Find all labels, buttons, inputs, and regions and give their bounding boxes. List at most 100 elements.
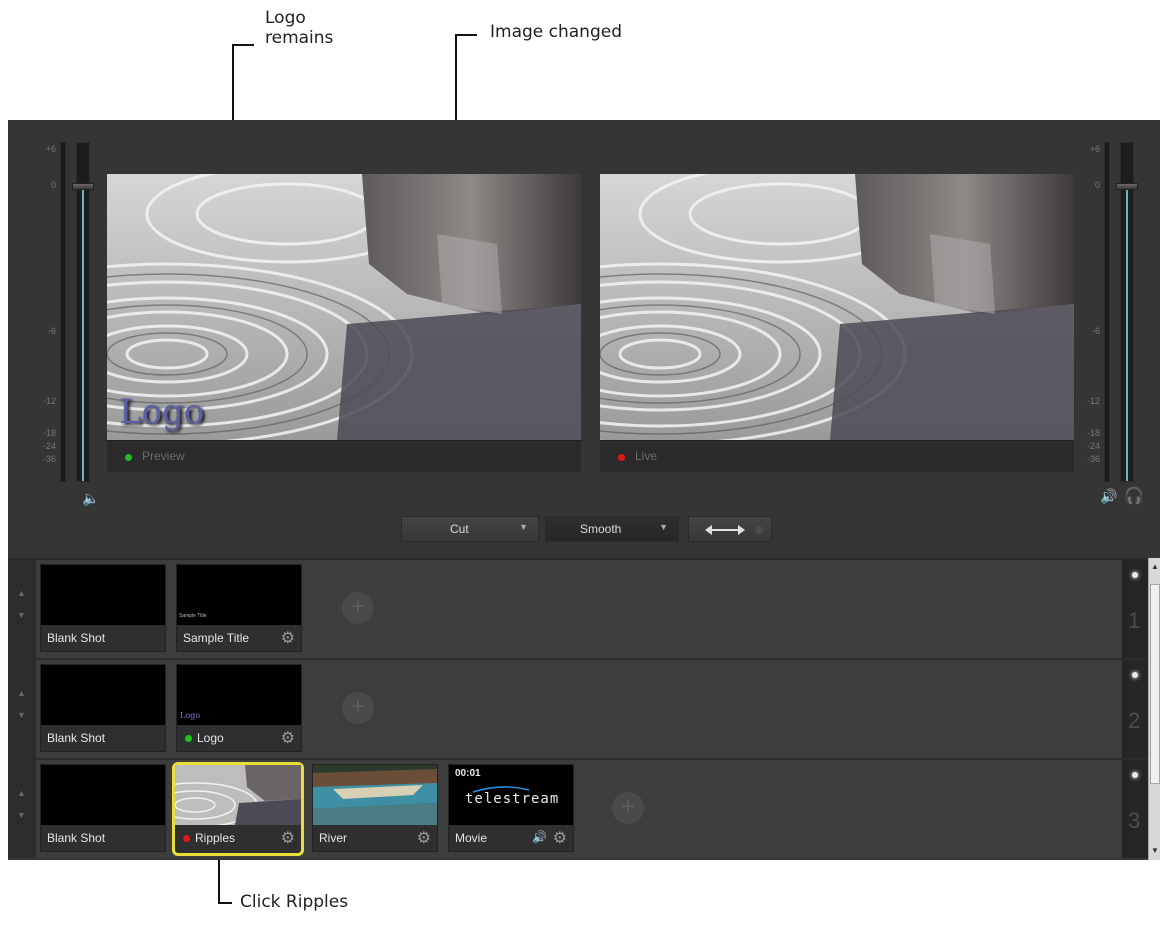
add-shot-plus-icon[interactable]: + [342, 692, 374, 724]
swap-button[interactable] [688, 516, 772, 542]
layer-number: 1 [1128, 608, 1141, 633]
layer-visibility[interactable]: 1 [1122, 560, 1148, 658]
ripples-thumbnail [175, 765, 301, 825]
cut-label: Cut [450, 522, 469, 536]
layer-reorder-arrows[interactable]: ▲ ▼ [8, 560, 36, 658]
smooth-transition-button[interactable]: Smooth ▼ [545, 516, 679, 542]
shot-thumbnail [41, 565, 165, 625]
gear-icon[interactable]: ⚙ [553, 828, 567, 848]
layer-number: 3 [1128, 808, 1141, 833]
shot-name: Movie [455, 831, 488, 845]
preview-monitor[interactable]: Logo Preview [107, 174, 581, 472]
layer-number: 2 [1128, 708, 1141, 733]
live-status-dot [183, 835, 190, 842]
live-label-bar: Live [600, 440, 1074, 472]
shot-river[interactable]: River ⚙ [312, 764, 438, 852]
shot-thumbnail [175, 765, 301, 825]
callout-leader [232, 44, 254, 46]
layer-visible-dot[interactable] [1132, 672, 1138, 678]
preview-screen: Logo [107, 174, 581, 440]
gear-icon[interactable]: ⚙ [417, 828, 431, 848]
thumb-logo-text: Logo [180, 711, 201, 720]
shot-blank[interactable]: Blank Shot [40, 764, 166, 852]
scrollbar-thumb[interactable] [1150, 584, 1160, 784]
live-monitor[interactable]: Live [600, 174, 1074, 472]
callout-click-ripples: Click Ripples [240, 892, 349, 912]
shot-thumbnail: Logo [177, 665, 301, 725]
cut-transition-button[interactable]: Cut ▼ [401, 516, 539, 542]
shot-name: Logo [197, 731, 224, 745]
shot-name: Sample Title [183, 631, 250, 645]
shot-thumbnail [41, 765, 165, 825]
layer-3: ▲ ▼ Blank Shot Ripples ⚙ River ⚙ 00:01 t… [8, 758, 1160, 858]
right-volume-fader[interactable] [1116, 142, 1138, 482]
callout-logo-remains: Logo remains [265, 8, 334, 48]
scroll-down-icon[interactable]: ▼ [1151, 846, 1159, 855]
smooth-label: Smooth [580, 522, 622, 536]
gear-icon[interactable]: ⚙ [281, 828, 295, 848]
scroll-up-icon[interactable]: ▲ [1151, 562, 1159, 571]
speaker-icon[interactable]: 🔊 [532, 830, 547, 844]
layers-scrollbar[interactable]: ▲ ▼ [1148, 558, 1160, 860]
layer-visibility[interactable]: 3 [1122, 760, 1148, 858]
logo-overlay: Logo [119, 392, 205, 432]
brand-swoosh [472, 786, 530, 793]
add-shot-plus-icon[interactable]: + [612, 792, 644, 824]
callout-leader [218, 902, 232, 904]
headphones-icon[interactable]: 🎧 [1124, 486, 1144, 506]
shot-movie[interactable]: 00:01 telestream Movie 🔊 ⚙ [448, 764, 574, 852]
preview-status-dot [125, 454, 132, 461]
vu-bar [1104, 142, 1110, 482]
fader-handle[interactable] [1116, 183, 1138, 190]
shot-logo[interactable]: Logo Logo ⚙ [176, 664, 302, 752]
shot-name: Ripples [195, 831, 236, 845]
gear-icon[interactable]: ⚙ [281, 728, 295, 748]
shot-layers: ▲ ▼ Blank Shot Sample Title Sample Title … [8, 558, 1160, 860]
monitor-area: +6 0 -6 -12 -18 -24 -36 🔈 Logo Preview L… [8, 120, 1160, 558]
layer-1: ▲ ▼ Blank Shot Sample Title Sample Title … [8, 558, 1160, 658]
preview-label-bar: Preview [107, 440, 581, 472]
shot-thumbnail [41, 665, 165, 725]
shot-thumbnail: 00:01 telestream [449, 765, 573, 825]
gear-icon[interactable]: ⚙ [281, 628, 295, 648]
live-screen [600, 174, 1074, 440]
shot-blank[interactable]: Blank Shot [40, 664, 166, 752]
shot-thumbnail [313, 765, 437, 825]
add-shot-plus-icon[interactable]: + [342, 592, 374, 624]
layer-visible-dot[interactable] [1132, 572, 1138, 578]
shot-sample-title[interactable]: Sample Title Sample Title ⚙ [176, 564, 302, 652]
right-audio-meter: +6 0 -6 -12 -18 -24 -36 [1082, 142, 1138, 482]
fader-level [82, 189, 84, 481]
shot-thumbnail: Sample Title [177, 565, 301, 625]
layer-reorder-arrows[interactable]: ▲ ▼ [8, 660, 36, 758]
telestream-logo: telestream [465, 791, 560, 807]
shot-name: Blank Shot [47, 831, 106, 845]
chevron-down-icon[interactable]: ▼ [519, 522, 528, 532]
layer-visibility[interactable]: 2 [1122, 660, 1148, 758]
timecode: 00:01 [455, 768, 481, 779]
preview-status-dot [185, 735, 192, 742]
thumb-title-text: Sample Title [179, 613, 207, 619]
live-label: Live [635, 449, 658, 463]
speaker-icon[interactable]: 🔊 [1100, 488, 1117, 505]
fader-handle[interactable] [72, 183, 94, 190]
layer-visible-dot[interactable] [1132, 772, 1138, 778]
wirecast-app: +6 0 -6 -12 -18 -24 -36 🔈 Logo Preview L… [8, 120, 1160, 860]
preview-label: Preview [142, 449, 185, 463]
river-thumbnail [313, 765, 437, 825]
status-dot [755, 526, 763, 534]
left-volume-fader[interactable] [72, 142, 94, 482]
shot-name: Blank Shot [47, 631, 106, 645]
callout-image-changed: Image changed [490, 22, 622, 42]
shot-blank[interactable]: Blank Shot [40, 564, 166, 652]
swap-arrows-icon [705, 525, 745, 535]
left-audio-meter: +6 0 -6 -12 -18 -24 -36 [38, 142, 94, 482]
callout-leader [455, 34, 477, 36]
layer-reorder-arrows[interactable]: ▲ ▼ [8, 760, 36, 858]
speaker-mute-icon[interactable]: 🔈 [82, 490, 99, 507]
fader-level [1126, 189, 1128, 481]
live-status-dot [618, 454, 625, 461]
shot-name: River [319, 831, 348, 845]
shot-ripples[interactable]: Ripples ⚙ [172, 762, 304, 856]
chevron-down-icon[interactable]: ▼ [659, 522, 668, 532]
